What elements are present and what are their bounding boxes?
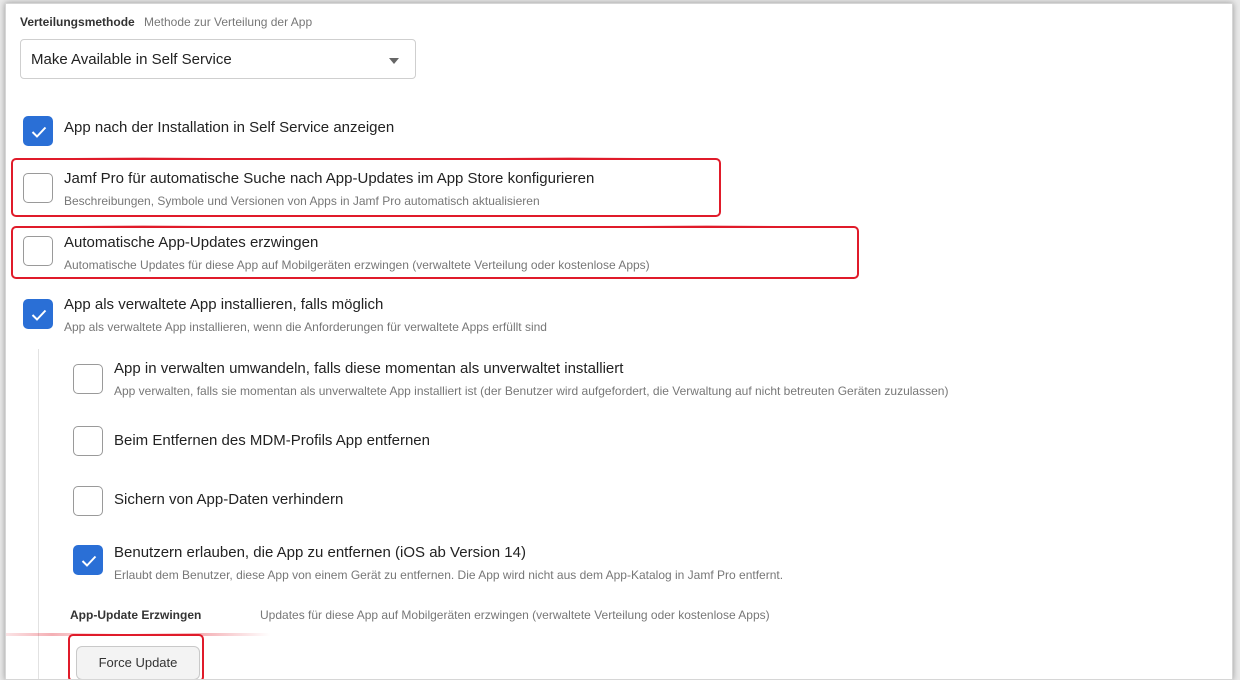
force-auto-updates-description: Automatische Updates für diese App auf M… bbox=[64, 258, 650, 272]
distribution-label: Verteilungsmethode bbox=[20, 15, 135, 29]
prevent-backup-label: Sichern von App-Daten verhindern bbox=[114, 491, 344, 508]
auto-update-search-description: Beschreibungen, Symbole und Versionen vo… bbox=[64, 194, 540, 208]
force-auto-updates-checkbox[interactable] bbox=[23, 236, 53, 266]
install-managed-label: App als verwaltete App installieren, fal… bbox=[64, 296, 384, 313]
distribution-description: Methode zur Verteilung der App bbox=[144, 15, 313, 29]
remove-with-mdm-label: Beim Entfernen des MDM-Profils App entfe… bbox=[114, 432, 430, 449]
check-icon bbox=[31, 309, 47, 321]
force-update-label: App-Update Erzwingen bbox=[70, 608, 202, 622]
allow-user-remove-description: Erlaubt dem Benutzer, diese App von eine… bbox=[114, 568, 784, 582]
remove-with-mdm-checkbox[interactable] bbox=[73, 426, 103, 456]
chevron-down-icon bbox=[389, 58, 399, 64]
convert-to-managed-checkbox[interactable] bbox=[73, 364, 103, 394]
check-icon bbox=[81, 555, 97, 567]
force-update-description: Updates für diese App auf Mobilgeräten e… bbox=[260, 608, 770, 622]
app-settings-panel: Verteilungsmethode Methode zur Verteilun… bbox=[5, 3, 1233, 680]
distribution-method-value: Make Available in Self Service bbox=[31, 51, 232, 68]
install-managed-checkbox[interactable] bbox=[23, 299, 53, 329]
prevent-backup-checkbox[interactable] bbox=[73, 486, 103, 516]
highlight-frame bbox=[11, 157, 721, 217]
indent-divider bbox=[38, 349, 39, 679]
auto-update-search-label: Jamf Pro für automatische Suche nach App… bbox=[64, 170, 595, 187]
convert-to-managed-description: App verwalten, falls sie momentan als un… bbox=[114, 384, 949, 398]
auto-update-search-checkbox[interactable] bbox=[23, 173, 53, 203]
allow-user-remove-label: Benutzern erlauben, die App zu entfernen… bbox=[114, 544, 526, 561]
show-after-install-checkbox[interactable] bbox=[23, 116, 53, 146]
allow-user-remove-checkbox[interactable] bbox=[73, 545, 103, 575]
show-after-install-label: App nach der Installation in Self Servic… bbox=[64, 119, 395, 136]
distribution-method-select[interactable]: Make Available in Self Service bbox=[20, 39, 416, 79]
force-auto-updates-label: Automatische App-Updates erzwingen bbox=[64, 234, 319, 251]
check-icon bbox=[31, 126, 47, 138]
force-update-button[interactable]: Force Update bbox=[76, 646, 200, 679]
convert-to-managed-label: App in verwalten umwandeln, falls diese … bbox=[114, 360, 624, 377]
install-managed-description: App als verwaltete App installieren, wen… bbox=[64, 320, 547, 334]
